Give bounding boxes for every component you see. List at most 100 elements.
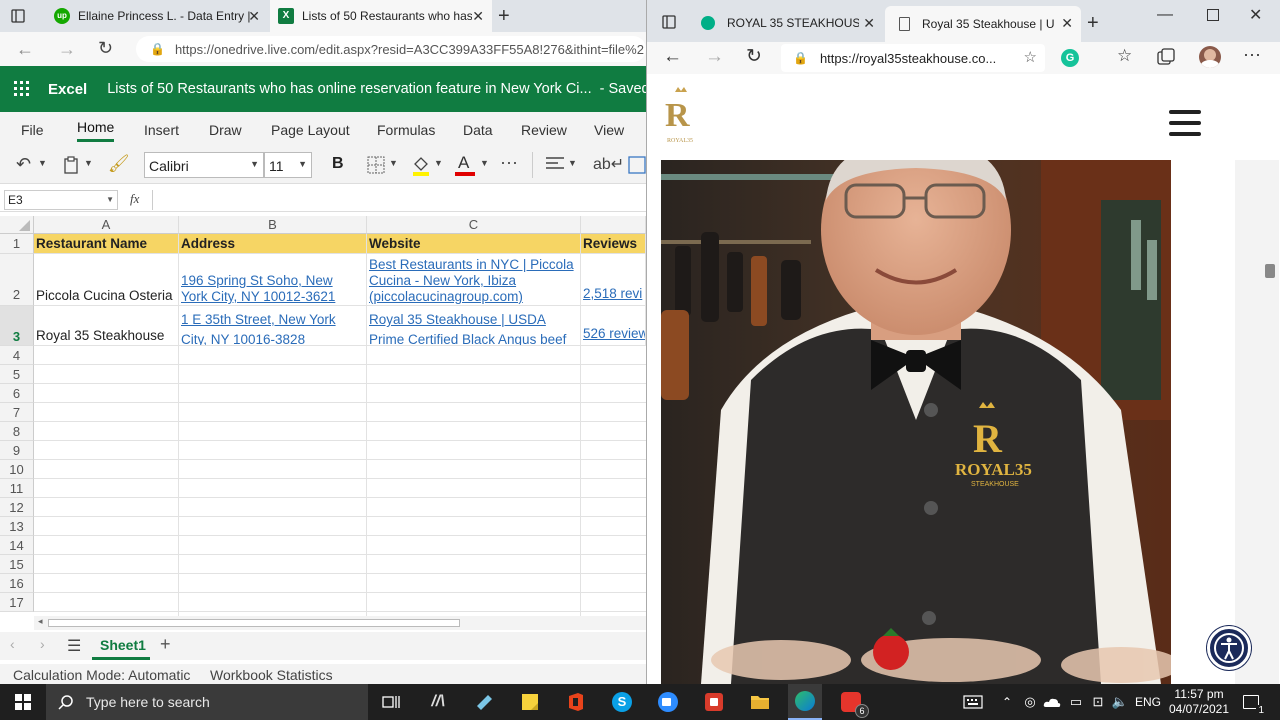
font-size-select[interactable]: 11 ▼ <box>264 152 312 178</box>
header-cell-address[interactable]: Address <box>179 234 367 254</box>
row-header[interactable]: 14 <box>0 536 34 555</box>
volume-icon[interactable]: 🔈 <box>1110 684 1130 720</box>
chevron-down-icon[interactable]: ▼ <box>389 158 398 168</box>
chevron-down-icon[interactable]: ▼ <box>38 158 47 168</box>
tab-actions-icon[interactable] <box>10 0 38 32</box>
format-painter-icon[interactable]: 🖌 <box>108 154 130 174</box>
row-header[interactable]: 16 <box>0 574 34 593</box>
paste-icon[interactable] <box>62 156 80 174</box>
column-header-b[interactable]: B <box>179 216 367 234</box>
row-header[interactable]: 1 <box>0 234 34 254</box>
tab-page-layout[interactable]: Page Layout <box>271 122 350 138</box>
cell-address[interactable]: 1 E 35th Street, New York City, NY 10016… <box>179 306 367 346</box>
borders-icon[interactable] <box>367 156 385 174</box>
column-header-a[interactable]: A <box>34 216 179 234</box>
tab-actions-icon[interactable] <box>661 6 681 38</box>
meet-now-icon[interactable]: ◎ <box>1020 684 1040 720</box>
cell-restaurant-name[interactable]: Piccola Cucina Osteria <box>34 254 179 306</box>
row-header[interactable]: 5 <box>0 365 34 384</box>
row-header[interactable]: 13 <box>0 517 34 536</box>
cell-reviews[interactable]: 2,518 revi <box>581 254 646 306</box>
row-header[interactable]: 8 <box>0 422 34 441</box>
grammarly-icon[interactable]: G <box>1061 49 1079 67</box>
forward-icon[interactable]: → <box>705 46 724 68</box>
row-header[interactable]: 9 <box>0 441 34 460</box>
tab-insert[interactable]: Insert <box>144 122 179 138</box>
network-icon[interactable]: ⊡ <box>1088 684 1108 720</box>
cell-restaurant-name[interactable]: Royal 35 Steakhouse <box>34 306 179 346</box>
add-sheet-icon[interactable]: + <box>160 634 171 655</box>
refresh-icon[interactable]: ↻ <box>98 38 113 59</box>
edge-icon[interactable] <box>788 684 822 720</box>
header-cell-restaurant-name[interactable]: Restaurant Name <box>34 234 179 254</box>
accessibility-button[interactable] <box>1207 626 1251 670</box>
forward-icon[interactable]: → <box>58 39 76 60</box>
show-hidden-icons[interactable]: ⌃ <box>996 684 1018 720</box>
task-view-icon[interactable] <box>376 684 406 720</box>
tab-tripadvisor[interactable]: ROYAL 35 STEAKHOUSE, N ✕ <box>693 6 883 40</box>
profile-avatar[interactable] <box>1199 46 1221 68</box>
refresh-icon[interactable]: ↻ <box>746 45 762 68</box>
file-explorer-icon[interactable] <box>744 684 776 720</box>
tab-file[interactable]: File <box>21 122 44 138</box>
header-cell-website[interactable]: Website <box>367 234 581 254</box>
skype-icon[interactable]: S <box>606 684 638 720</box>
page-scrollbar-thumb[interactable] <box>1265 264 1275 278</box>
cell-address[interactable]: 196 Spring St Soho, New York City, NY 10… <box>179 254 367 306</box>
new-tab-icon[interactable]: + <box>1087 6 1111 40</box>
chevron-down-icon[interactable]: ▼ <box>434 158 443 168</box>
merge-icon[interactable] <box>628 156 646 174</box>
calculation-mode[interactable]: Calculation Mode: Automatic <box>13 667 190 683</box>
row-header[interactable]: 10 <box>0 460 34 479</box>
notification-center-icon[interactable]: 1 <box>1236 684 1266 720</box>
fill-color-icon[interactable] <box>411 154 431 176</box>
onedrive-icon[interactable] <box>1042 684 1062 720</box>
align-icon[interactable] <box>546 156 564 172</box>
scroll-thumb[interactable] <box>48 619 460 627</box>
new-tab-icon[interactable]: + <box>498 0 522 32</box>
font-color-button[interactable]: A <box>455 152 475 178</box>
office-icon[interactable] <box>560 684 592 720</box>
language-indicator[interactable]: ENG <box>1134 684 1162 720</box>
tab-view[interactable]: View <box>594 122 624 138</box>
cell-link[interactable]: 2,518 revi <box>583 286 642 302</box>
row-header[interactable]: 11 <box>0 479 34 498</box>
row-header[interactable]: 15 <box>0 555 34 574</box>
name-box[interactable]: E3 ▼ <box>4 190 118 210</box>
collections-icon[interactable] <box>1157 48 1175 66</box>
cell-reviews[interactable]: 526 review <box>581 306 646 346</box>
right-url-bar[interactable]: 🔒 https://royal35steakhouse.co... ☆ <box>781 44 1045 72</box>
pen-app-icon[interactable]: //\ <box>422 684 454 720</box>
empty-cells[interactable] <box>34 346 646 616</box>
bold-button[interactable]: B <box>332 155 344 173</box>
back-icon[interactable]: ← <box>663 46 682 68</box>
royal35-logo[interactable]: R ROYAL35 <box>661 84 705 146</box>
close-tab-icon[interactable]: ✕ <box>863 15 875 32</box>
next-sheet-icon[interactable]: › <box>40 636 45 652</box>
battery-icon[interactable]: ▭ <box>1066 684 1086 720</box>
cell-website[interactable]: Best Restaurants in NYC | Piccola Cucina… <box>367 254 581 306</box>
clock[interactable]: 11:57 pm 04/07/2021 <box>1166 684 1232 720</box>
close-window-icon[interactable]: ✕ <box>1249 5 1262 25</box>
column-header-d[interactable] <box>581 216 646 234</box>
tab-excel[interactable]: X Lists of 50 Restaurants who has o ✕ <box>270 0 492 32</box>
app-launcher-icon[interactable] <box>14 81 30 97</box>
more-menu-icon[interactable]: ··· <box>1243 44 1261 65</box>
maximize-icon[interactable] <box>1207 9 1219 21</box>
document-title[interactable]: Lists of 50 Restaurants who has online r… <box>107 81 591 97</box>
cell-link[interactable]: 196 Spring St Soho, New York City, NY 10… <box>181 273 351 305</box>
header-cell-reviews[interactable]: Reviews <box>581 234 646 254</box>
cell-link[interactable]: 1 E 35th Street, New York City, NY 10016… <box>181 310 351 345</box>
tab-upwork[interactable]: up Ellaine Princess L. - Data Entry | V … <box>46 0 268 32</box>
row-header[interactable]: 17 <box>0 593 34 612</box>
chevron-down-icon[interactable]: ▼ <box>568 158 577 168</box>
taskbar-search[interactable]: Type here to search <box>46 684 368 720</box>
scroll-left-icon[interactable]: ◂ <box>38 616 43 627</box>
zoom-icon[interactable] <box>652 684 684 720</box>
chevron-down-icon[interactable]: ▼ <box>480 158 489 168</box>
start-button[interactable] <box>6 684 40 720</box>
close-tab-icon[interactable]: ✕ <box>1061 15 1073 32</box>
page-scrollbar-track[interactable] <box>1235 160 1279 684</box>
cell-website[interactable]: Royal 35 Steakhouse | USDA Prime Certifi… <box>367 306 581 346</box>
favorites-icon[interactable]: ☆ <box>1117 46 1132 66</box>
